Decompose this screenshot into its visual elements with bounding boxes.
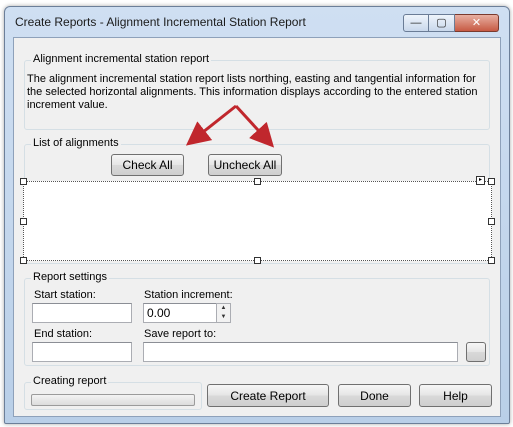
annotation-arrow-left <box>185 104 237 146</box>
annotation-arrows <box>185 104 275 148</box>
annotation-arrow-right <box>234 104 275 148</box>
